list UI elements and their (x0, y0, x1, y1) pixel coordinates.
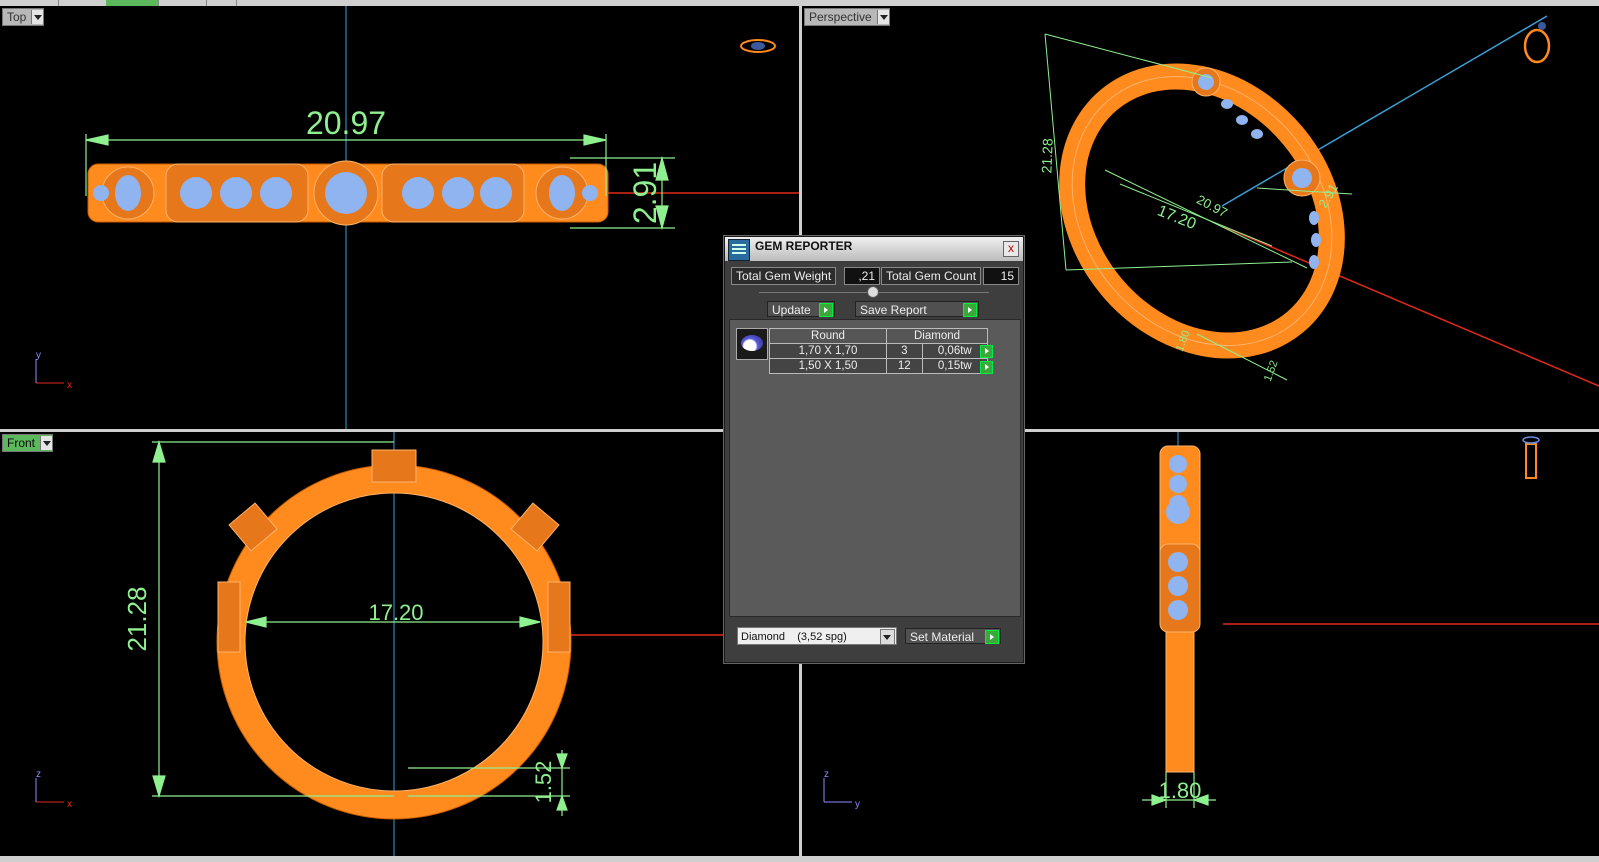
set-material-button[interactable]: Set Material (905, 628, 1001, 644)
gem-list-panel[interactable]: Round Diamond 1,70 X 1,70 3 0,06tw 1,50 … (729, 319, 1021, 617)
gem-count: 3 (886, 343, 923, 359)
viewport-front[interactable]: 21.28 17.20 1.52 z x Front (0, 432, 799, 856)
axis-red-line (1221, 225, 1599, 387)
dim-front-bottom: 1.52 (531, 761, 556, 804)
table-row[interactable]: 1,50 X 1,50 12 0,15tw (769, 358, 989, 374)
axis-label-v: z (36, 769, 41, 780)
viewport-name: Perspective (809, 10, 872, 24)
dim-top-width: 20.97 (306, 105, 386, 141)
update-label: Update (772, 303, 811, 317)
row-select-button[interactable] (980, 345, 993, 358)
gem-count: 12 (886, 358, 923, 374)
set-material-label: Set Material (910, 630, 975, 644)
front-view-canvas: 21.28 17.20 1.52 z x (35, 432, 724, 856)
total-gem-weight-value: ,21 (844, 267, 880, 285)
update-button[interactable]: Update (767, 301, 835, 317)
dim-persp-f: 1.52 (1262, 359, 1281, 383)
play-arrow-icon (985, 630, 999, 644)
ring-perspective-body (1059, 63, 1345, 359)
axis-gizmo (35, 359, 64, 384)
header-shape: Round (769, 328, 887, 344)
gem-size: 1,50 X 1,50 (769, 358, 887, 374)
axis-label-h: x (67, 380, 72, 391)
total-gem-weight-label: Total Gem Weight (731, 267, 837, 285)
gem-size: 1,70 X 1,70 (769, 343, 887, 359)
gem-weight: 0,06tw (921, 343, 989, 359)
gem-weight: 0,15tw (921, 358, 989, 374)
ring-perspective-icon (1523, 22, 1551, 64)
ring-side-silhouette (1159, 445, 1201, 773)
total-gem-count-label: Total Gem Count (881, 267, 982, 285)
axis-gizmo (35, 778, 64, 803)
total-gem-count-value: 15 (983, 267, 1019, 285)
table-row[interactable]: 1,70 X 1,70 3 0,06tw (769, 343, 989, 359)
viewport-label-front[interactable]: Front (2, 434, 54, 452)
status-strip (0, 856, 1599, 862)
ring-side-icon (1522, 436, 1540, 479)
dialog-app-icon (728, 239, 750, 261)
close-icon[interactable]: x (1003, 241, 1019, 257)
axis-label-v: z (824, 769, 829, 780)
ring-top-icon (740, 39, 776, 53)
save-report-button[interactable]: Save Report (855, 301, 979, 317)
viewport-label-perspective[interactable]: Perspective (804, 8, 890, 26)
top-view-canvas: 20.97 2.91 y x (35, 6, 799, 429)
chevron-down-icon[interactable] (40, 436, 53, 450)
chevron-down-icon[interactable] (876, 10, 889, 24)
axis-label-h: y (855, 799, 860, 810)
gem-table-header: Round Diamond (769, 328, 988, 344)
save-report-label: Save Report (860, 303, 927, 317)
chevron-down-icon[interactable] (880, 629, 895, 645)
viewport-name: Top (7, 10, 27, 24)
viewport-name: Front (7, 436, 36, 450)
axis-label-h: x (67, 799, 72, 810)
chevron-down-icon[interactable] (31, 10, 44, 24)
play-arrow-icon (819, 303, 833, 317)
collapse-toggle[interactable] (867, 286, 879, 298)
material-select-value: Diamond (3,52 spg) (741, 631, 847, 643)
viewport-label-top[interactable]: Top (2, 8, 45, 26)
axis-label-v: y (36, 350, 41, 361)
gem-reporter-dialog[interactable]: GEM REPORTER x Total Gem Weight ,21 Tota… (724, 236, 1024, 663)
dialog-titlebar[interactable]: GEM REPORTER x (725, 237, 1023, 261)
dim-persp-a: 21.28 (1038, 138, 1055, 174)
dim-top-height: 2.91 (627, 162, 663, 224)
material-select[interactable]: Diamond (3,52 spg) (737, 627, 897, 645)
dialog-title: GEM REPORTER (755, 239, 853, 253)
gem-table: Round Diamond 1,70 X 1,70 3 0,06tw 1,50 … (769, 328, 989, 374)
header-type: Diamond (886, 328, 988, 344)
play-arrow-icon (963, 303, 977, 317)
dim-side-width: 1.80 (1159, 778, 1202, 803)
viewport-top[interactable]: 20.97 2.91 y x Top (0, 6, 799, 429)
ring-top-silhouette (87, 160, 609, 226)
round-gem-icon (736, 328, 768, 360)
row-select-button[interactable] (980, 361, 993, 374)
axis-gizmo (823, 778, 852, 803)
dim-front-height: 21.28 (122, 586, 152, 651)
dim-front-inner: 17.20 (368, 600, 423, 625)
